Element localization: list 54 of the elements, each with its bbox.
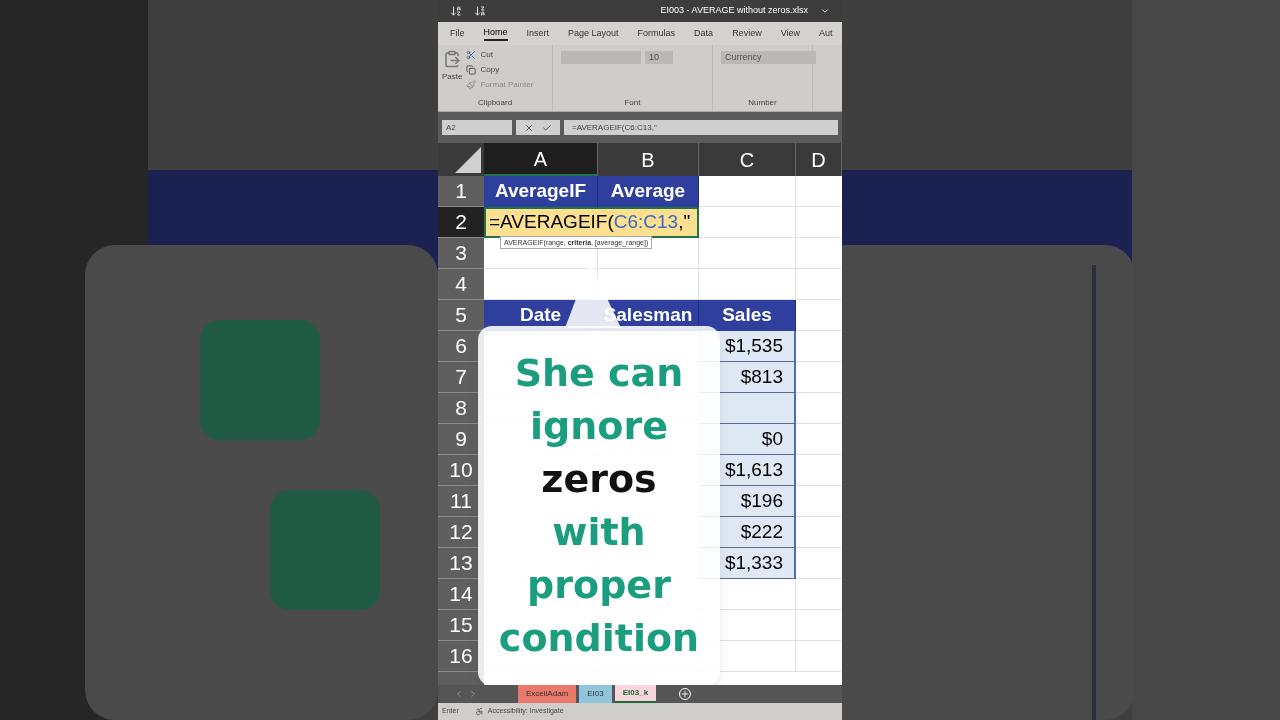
sheet-tab[interactable]: EI03 [579,685,612,703]
ribbon-tab[interactable]: Aut [819,26,833,41]
group-label: Font [623,97,642,109]
accessibility-icon[interactable] [474,707,484,716]
copy-icon[interactable] [466,65,477,75]
caret-icon[interactable] [820,6,830,16]
ribbon-tab[interactable]: Insert [526,26,550,41]
row-header[interactable]: 1 [438,176,484,207]
ribbon-tab[interactable]: View [780,26,800,41]
sheet-tab[interactable]: EI03_k [614,685,657,703]
window-title: EI003 - AVERAGE without zeros.xlsx [660,4,808,18]
caption-line: with [552,509,646,556]
row-header[interactable] [438,672,484,685]
row-header[interactable]: 4 [438,269,484,300]
ribbon-tab[interactable]: Home [483,25,508,42]
ribbon-tab[interactable]: Data [694,26,714,41]
sort-ascending-icon[interactable] [450,5,462,17]
scroll-right-icon[interactable] [468,689,478,699]
formula-cell[interactable]: =AVERAGEIF(C6:C13," [484,207,699,238]
scroll-left-icon[interactable] [454,689,464,699]
caption-line: condition [498,615,700,662]
caption-line: zeros [541,456,657,503]
ribbon-tab[interactable]: Formulas [637,26,676,41]
cancel-icon[interactable] [524,122,534,133]
header-cell: Average [598,176,699,207]
group-label: Clipboard [476,97,514,109]
ribbon-tab[interactable]: Page Layout [568,26,619,41]
row-header[interactable]: 3 [438,238,484,269]
select-all-icon[interactable] [455,147,481,173]
caption-line: proper [527,562,671,609]
column-header[interactable]: C [699,143,796,176]
formula-bar[interactable]: =AVERAGEIF(C6:C13," [564,120,838,135]
paste-button[interactable]: Paste [442,71,463,83]
caption-line: ignore [530,403,668,450]
header-cell: AverageIF [484,176,598,207]
sheet-tab[interactable]: ExceliAdam [518,685,577,703]
cut-button[interactable]: Cut [480,49,493,61]
ribbon-tab[interactable]: File [450,26,465,41]
copy-button[interactable]: Copy [480,64,500,76]
paste-icon[interactable] [443,49,462,69]
sort-descending-icon[interactable] [474,5,486,17]
number-format-field[interactable]: Currency [721,51,816,64]
paintbrush-icon[interactable] [466,80,477,90]
row-header[interactable]: 2 [438,207,484,238]
row-header[interactable]: 5 [438,300,484,331]
ribbon-tab[interactable]: Review [732,26,762,41]
column-header[interactable]: A [484,143,598,176]
group-label: Number [747,97,778,109]
cut-icon[interactable] [466,50,477,60]
name-box[interactable]: A2 [442,120,512,135]
font-size-field[interactable]: 10 [645,51,673,64]
caption-line: She can [514,350,684,397]
enter-icon[interactable] [542,122,552,133]
header-cell: Sales [699,300,796,331]
